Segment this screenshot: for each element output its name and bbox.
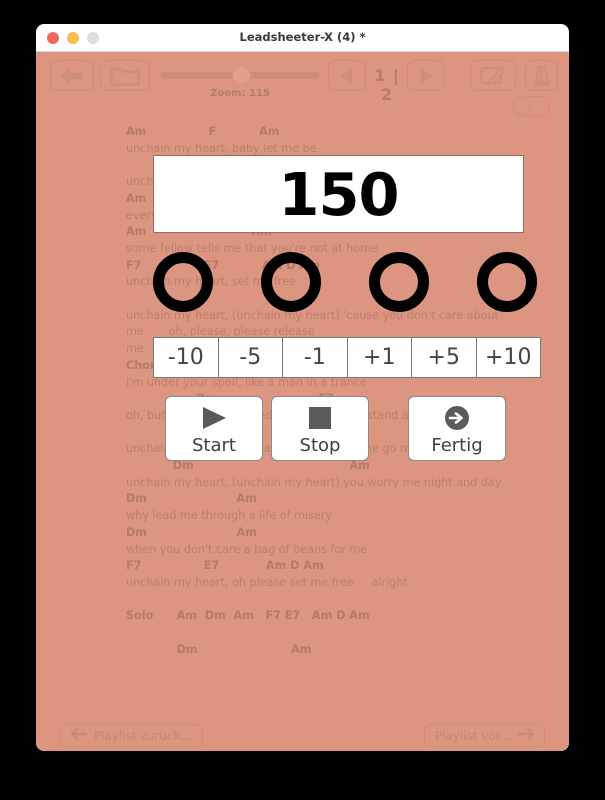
start-button[interactable]: Start (165, 396, 263, 461)
tempo-minus-10-button[interactable]: -10 (153, 337, 218, 378)
open-file-button[interactable] (100, 60, 150, 91)
arrow-left-icon (70, 727, 88, 743)
chord-line: Solo Am Dm Am F7 E7 Am D Am (126, 609, 370, 623)
tempo-value: 150 (278, 159, 399, 229)
lyric-line (126, 592, 556, 609)
window-title: Leadsheeter-X (4) * (239, 30, 366, 44)
tempo-plus-5-button[interactable]: +5 (411, 337, 476, 378)
playlist-forward-label: Playlist vor... (434, 728, 511, 743)
chord-line: Dm Am (126, 492, 257, 506)
play-triangle-icon (198, 403, 230, 433)
tempo-minus-5-button[interactable]: -5 (217, 337, 282, 378)
lyric-line: unchain my heart, oh please set me free … (126, 575, 408, 589)
stop-button[interactable]: Stop (271, 396, 369, 461)
arrow-left-icon (51, 61, 93, 90)
chord-line: Dm Am (126, 642, 312, 656)
beat-indicator (153, 252, 213, 312)
beat-indicator (477, 252, 537, 312)
metronome-button[interactable] (525, 60, 558, 91)
metronome-icon (526, 61, 557, 90)
done-button-label: Fertig (431, 435, 483, 456)
back-button[interactable] (50, 60, 94, 91)
beat-indicator (261, 252, 321, 312)
lyric-line: unchain my heart, (unchain my heart) you… (126, 475, 502, 489)
chord-line: Dm Am (126, 525, 257, 539)
playlist-back-button[interactable]: Playlist zurück... (60, 724, 203, 747)
tempo-minus-1-button[interactable]: -1 (282, 337, 347, 378)
chord-line: F7 E7 Am D Am (126, 559, 324, 573)
main-toolbar: Zoom: 115 1 | 2 (36, 52, 569, 117)
zoom-level-label: Zoom: 115 (210, 88, 270, 99)
playlist-forward-button[interactable]: Playlist vor... (423, 724, 545, 747)
edit-button[interactable] (470, 60, 516, 91)
transport-row: Start Stop Fertig (36, 396, 569, 461)
zoom-slider-knob[interactable] (232, 66, 251, 85)
beat-indicator (369, 252, 429, 312)
stop-square-icon (306, 403, 334, 433)
start-button-label: Start (192, 435, 236, 456)
page-indicator: 1 | 2 (374, 66, 400, 104)
beat-indicator-row (153, 252, 539, 312)
lyric-line: why lead me through a life of misery (126, 509, 333, 523)
arrow-right-circle-icon (443, 403, 471, 433)
triangle-left-icon (329, 61, 365, 90)
tempo-display: 150 (153, 155, 524, 233)
playlist-back-label: Playlist zurück... (94, 728, 192, 743)
done-button[interactable]: Fertig (408, 396, 506, 461)
lyric-line: when you don't care a bag of beans for m… (126, 542, 368, 556)
pencil-edit-icon (471, 61, 515, 90)
tempo-adjust-row: -10 -5 -1 +1 +5 +10 (153, 337, 541, 378)
window-titlebar: Leadsheeter-X (4) * (36, 24, 569, 52)
stop-button-label: Stop (299, 435, 341, 456)
next-page-button[interactable] (407, 60, 445, 91)
playlist-bar: Playlist zurück... Playlist vor... (36, 721, 569, 751)
previous-page-button[interactable] (328, 60, 366, 91)
tempo-plus-10-button[interactable]: +10 (475, 337, 541, 378)
chord-line: Am F Am (126, 125, 280, 138)
folder-icon (101, 61, 149, 90)
arrow-right-icon (517, 727, 535, 743)
app-window: Leadsheeter-X (4) * Zoom: 115 1 | 2 Am F… (36, 24, 569, 751)
lyric-line (126, 625, 556, 642)
tempo-plus-1-button[interactable]: +1 (346, 337, 411, 378)
triangle-right-icon (408, 61, 444, 90)
